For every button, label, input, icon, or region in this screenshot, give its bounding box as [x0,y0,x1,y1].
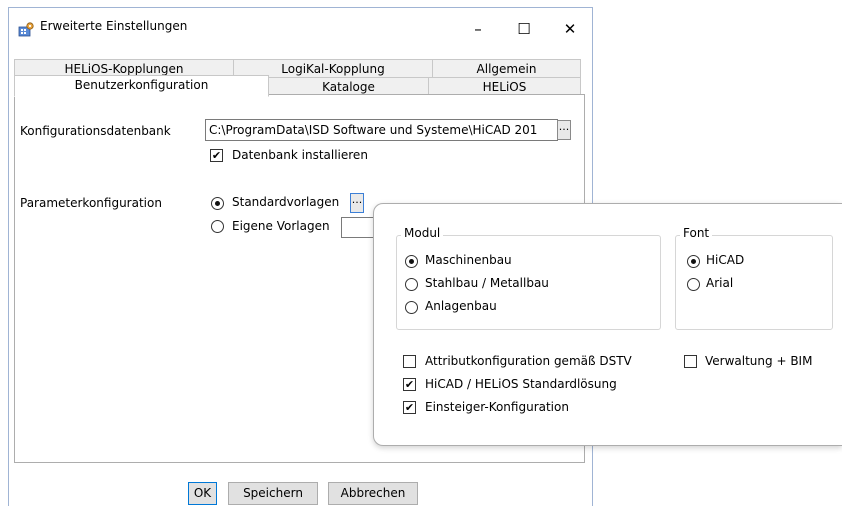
abbrechen-button[interactable]: Abbrechen [328,482,418,505]
attributkonfiguration-dstv-checkbox[interactable] [403,355,416,368]
font-hicad-radio[interactable] [687,255,700,268]
datenbank-installieren-label: Datenbank installieren [232,148,368,162]
hicad-helios-standardloesung-label: HiCAD / HELiOS Standardlösung [425,377,617,391]
minimize-button[interactable]: – [458,15,498,43]
datenbank-installieren-checkbox[interactable]: ✔ [210,149,223,162]
konfigurationsdatenbank-input[interactable]: C:\ProgramData\ISD Software und Systeme\… [205,119,558,141]
font-arial-radio[interactable] [687,278,700,291]
maschinenbau-radio[interactable] [405,255,418,268]
tab-allgemein[interactable]: Allgemein [432,59,581,79]
font-hicad-label: HiCAD [706,253,745,267]
verwaltung-bim-checkbox[interactable] [684,355,697,368]
einsteiger-konfiguration-checkbox[interactable]: ✔ [403,401,416,414]
maximize-button[interactable]: ☐ [504,15,544,43]
anlagenbau-radio[interactable] [405,301,418,314]
stahlbau-radio[interactable] [405,278,418,291]
eigene-vorlagen-radio[interactable] [211,220,224,233]
konfigurationsdatenbank-label: Konfigurationsdatenbank [20,124,171,138]
standardvorlagen-radio[interactable] [211,197,224,210]
stahlbau-label: Stahlbau / Metallbau [425,276,549,290]
anlagenbau-label: Anlagenbau [425,299,497,313]
verwaltung-bim-label: Verwaltung + BIM [705,354,813,368]
parameterkonfiguration-label: Parameterkonfiguration [20,196,162,210]
font-group-title: Font [680,226,713,240]
einsteiger-konfiguration-label: Einsteiger-Konfiguration [425,400,569,414]
maschinenbau-label: Maschinenbau [425,253,512,267]
close-button[interactable]: ✕ [550,15,590,43]
modul-group-title: Modul [401,226,444,240]
tab-benutzerkonfiguration[interactable]: Benutzerkonfiguration [14,75,269,97]
speichern-button[interactable]: Speichern [228,482,318,505]
hicad-helios-standardloesung-checkbox[interactable]: ✔ [403,378,416,391]
browse-database-button[interactable]: ... [557,120,571,140]
standardvorlagen-label: Standardvorlagen [232,195,340,209]
font-arial-label: Arial [706,276,734,290]
eigene-vorlagen-label: Eigene Vorlagen [232,219,330,233]
attributkonfiguration-dstv-label: Attributkonfiguration gemäß DSTV [425,354,632,368]
title-bar: Erweiterte Einstellungen – ☐ ✕ [9,8,592,48]
app-settings-icon [18,22,34,37]
window-title: Erweiterte Einstellungen [40,19,188,33]
ok-button[interactable]: OK [188,482,217,505]
standardvorlagen-browse-button[interactable]: ... [350,193,364,213]
standardvorlagen-popup: Modul Maschinenbau Stahlbau / Metallbau … [373,203,842,446]
